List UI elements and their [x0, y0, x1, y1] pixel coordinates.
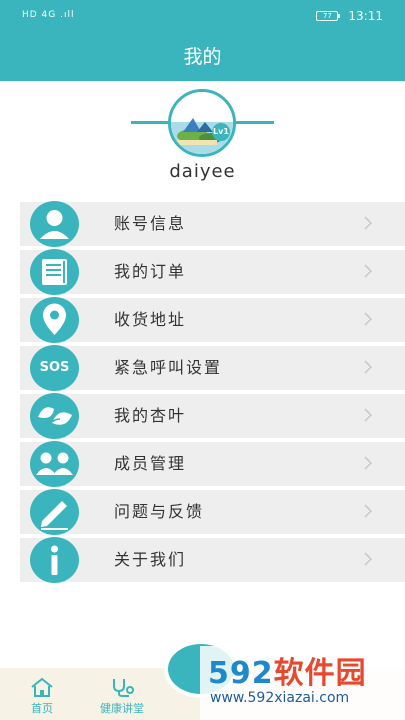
edit-pen-icon	[30, 489, 79, 535]
watermark: 592软件园 www.592xiazai.com	[200, 646, 405, 720]
leaves-icon	[30, 393, 79, 439]
menu-item-about-us[interactable]: 关于我们	[20, 537, 405, 583]
menu-item-my-orders[interactable]: 我的订单	[20, 249, 405, 295]
menu-item-member-management[interactable]: 成员管理	[20, 441, 405, 487]
page-title: 我的	[0, 34, 405, 81]
tab-label: 健康讲堂	[100, 702, 144, 715]
menu-label: 收货地址	[114, 310, 187, 329]
tab-health-lecture[interactable]: 健康讲堂	[94, 676, 150, 716]
chevron-right-icon	[364, 360, 373, 374]
username: daiyee	[169, 161, 236, 182]
menu-label: 账号信息	[114, 214, 187, 233]
members-icon	[30, 441, 79, 487]
menu-label: 我的订单	[114, 262, 187, 281]
avatar[interactable]	[168, 89, 236, 157]
menu-item-shipping-address[interactable]: 收货地址	[20, 297, 405, 343]
stethoscope-icon	[113, 679, 134, 697]
clock: 13:11	[348, 9, 383, 23]
order-list-icon	[30, 249, 79, 295]
status-right: 77 13:11	[316, 9, 383, 23]
menu-label: 我的杏叶	[114, 406, 187, 425]
profile-section: Lv1 daiyee	[0, 81, 405, 199]
chevron-right-icon	[364, 504, 373, 518]
tab-label: 首页	[31, 702, 53, 715]
chevron-right-icon	[364, 216, 373, 230]
menu-label: 成员管理	[114, 454, 187, 473]
level-badge: Lv1	[212, 123, 230, 141]
home-icon	[31, 677, 53, 697]
menu-item-feedback[interactable]: 问题与反馈	[20, 489, 405, 535]
menu-item-my-leaves[interactable]: 我的杏叶	[20, 393, 405, 439]
chevron-right-icon	[364, 456, 373, 470]
location-pin-icon	[30, 297, 79, 343]
person-icon	[30, 201, 79, 247]
menu-label: 关于我们	[114, 550, 187, 569]
sos-icon-text: SOS	[39, 360, 70, 375]
chevron-right-icon	[364, 264, 373, 278]
menu-item-account-info[interactable]: 账号信息	[20, 201, 405, 247]
info-icon	[30, 537, 79, 583]
status-bar: HD 4G .ıll 77 13:11	[0, 0, 405, 34]
tab-home[interactable]: 首页	[24, 676, 60, 716]
watermark-logo: 592软件园	[208, 656, 367, 691]
menu-label: 紧急呼叫设置	[114, 358, 223, 377]
chevron-right-icon	[364, 408, 373, 422]
chevron-right-icon	[364, 312, 373, 326]
menu-label: 问题与反馈	[114, 502, 205, 521]
chevron-right-icon	[364, 552, 373, 566]
watermark-url: www.592xiazai.com	[210, 690, 350, 706]
battery-icon: 77	[316, 11, 341, 21]
menu-item-emergency-call[interactable]: SOS 紧急呼叫设置	[20, 345, 405, 391]
signal-indicators: HD 4G .ıll	[22, 10, 75, 20]
sos-icon: SOS	[30, 345, 79, 391]
